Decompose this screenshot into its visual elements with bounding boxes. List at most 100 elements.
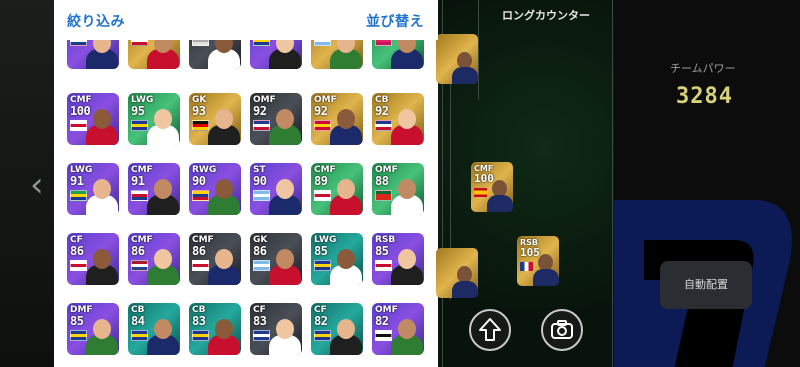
card-rating: 86 xyxy=(70,244,84,258)
flag-icon xyxy=(314,260,331,271)
flag-icon xyxy=(192,330,209,341)
skill-dots xyxy=(192,346,238,352)
flag-icon xyxy=(192,120,209,131)
card-rating: 86 xyxy=(253,244,267,258)
card-rating: 83 xyxy=(192,314,206,328)
sort-button[interactable]: 並び替え xyxy=(366,11,424,31)
player-card[interactable]: CMF 89 xyxy=(311,163,363,215)
skill-dots xyxy=(314,206,360,212)
player-card[interactable]: OMF 92 xyxy=(311,93,363,145)
skill-dots xyxy=(253,60,299,66)
card-rating: 83 xyxy=(253,314,267,328)
skill-dots xyxy=(375,346,421,352)
skill-dots xyxy=(131,206,177,212)
flag-icon xyxy=(192,260,209,271)
player-card[interactable]: CMF 91 xyxy=(128,163,180,215)
flag-icon xyxy=(131,330,148,341)
skill-dots xyxy=(192,60,238,66)
player-card[interactable]: OMF 82 xyxy=(372,303,424,355)
player-card[interactable]: CF 86 xyxy=(67,233,119,285)
player-card[interactable]: CB 84 xyxy=(128,303,180,355)
skill-dots xyxy=(253,276,299,282)
player-card[interactable]: RWG 90 xyxy=(189,163,241,215)
skill-dots xyxy=(70,276,116,282)
skill-dots xyxy=(375,60,421,66)
skill-dots xyxy=(131,276,177,282)
player-card[interactable]: OMF 88 xyxy=(372,163,424,215)
player-card[interactable]: CMF 86 xyxy=(128,233,180,285)
player-card[interactable]: GK 93 xyxy=(189,93,241,145)
skill-dots xyxy=(314,276,360,282)
player-card[interactable]: ST 90 xyxy=(250,163,302,215)
player-list-panel: 105105104104104104CMF100LWG95GK93OMF92OM… xyxy=(54,0,438,367)
field-player-card[interactable] xyxy=(436,248,478,298)
filter-button[interactable]: 絞り込み xyxy=(67,11,125,31)
flag-icon xyxy=(70,120,87,131)
up-arrow-icon[interactable] xyxy=(469,309,511,351)
skill-dots xyxy=(192,276,238,282)
skill-dots xyxy=(314,60,360,66)
flag-icon xyxy=(314,120,331,131)
field-player-card[interactable]: RSB 105 xyxy=(517,236,559,286)
player-card[interactable]: OMF 92 xyxy=(250,93,302,145)
card-rating: 90 xyxy=(253,174,267,188)
card-rating: 92 xyxy=(314,104,328,118)
formation-title: ロングカウンター xyxy=(502,9,590,22)
player-card[interactable]: LWG 95 xyxy=(128,93,180,145)
player-card[interactable]: CB 83 xyxy=(189,303,241,355)
player-card[interactable]: RSB 85 xyxy=(372,233,424,285)
pitch-line xyxy=(478,0,479,100)
card-rating: 82 xyxy=(375,314,389,328)
skill-dots xyxy=(314,346,360,352)
card-rating: 85 xyxy=(70,314,84,328)
skill-dots xyxy=(131,136,177,142)
card-rating: 92 xyxy=(253,104,267,118)
card-rating: 93 xyxy=(192,104,206,118)
player-card[interactable]: CF 83 xyxy=(250,303,302,355)
panel-header: 絞り込み 並び替え xyxy=(54,0,438,40)
field-player-card[interactable] xyxy=(436,34,478,84)
player-card[interactable]: CB 92 xyxy=(372,93,424,145)
card-rating: 100 xyxy=(70,104,91,118)
flag-icon xyxy=(253,190,270,201)
pitch-line xyxy=(612,0,613,367)
card-rating: 91 xyxy=(70,174,84,188)
player-card[interactable]: CMF 100 xyxy=(67,93,119,145)
flag-icon xyxy=(131,260,148,271)
flag-icon xyxy=(131,120,148,131)
flag-icon xyxy=(375,330,392,341)
skill-dots xyxy=(375,276,421,282)
skill-dots xyxy=(70,346,116,352)
flag-icon xyxy=(131,190,148,201)
player-card[interactable]: CMF 86 xyxy=(189,233,241,285)
flag-icon xyxy=(375,260,392,271)
skill-dots xyxy=(253,206,299,212)
flag-icon xyxy=(253,330,270,341)
flag-icon xyxy=(375,190,392,201)
player-card[interactable]: LWG 85 xyxy=(311,233,363,285)
player-card[interactable]: LWG 91 xyxy=(67,163,119,215)
field-player-card[interactable]: CMF 100 xyxy=(471,162,513,212)
player-card[interactable]: GK 86 xyxy=(250,233,302,285)
auto-arrange-button[interactable]: 自動配置 xyxy=(660,261,752,309)
flag-icon xyxy=(70,260,87,271)
card-rating: 86 xyxy=(131,244,145,258)
player-card[interactable]: DMF 85 xyxy=(67,303,119,355)
flag-icon xyxy=(314,190,331,201)
chevron-left-icon[interactable]: ‹ xyxy=(30,168,44,202)
card-rating: 92 xyxy=(375,104,389,118)
skill-dots xyxy=(192,136,238,142)
skill-dots xyxy=(70,136,116,142)
card-rating: 91 xyxy=(131,174,145,188)
skill-dots xyxy=(375,136,421,142)
skill-dots xyxy=(131,346,177,352)
skill-dots xyxy=(70,60,116,66)
camera-icon[interactable] xyxy=(541,309,583,351)
card-rating: 88 xyxy=(375,174,389,188)
flag-icon xyxy=(70,190,87,201)
flag-icon xyxy=(192,190,209,201)
card-rating: 82 xyxy=(314,314,328,328)
team-power-label: チームパワー xyxy=(670,62,736,75)
card-rating: 89 xyxy=(314,174,328,188)
player-card[interactable]: CF 82 xyxy=(311,303,363,355)
